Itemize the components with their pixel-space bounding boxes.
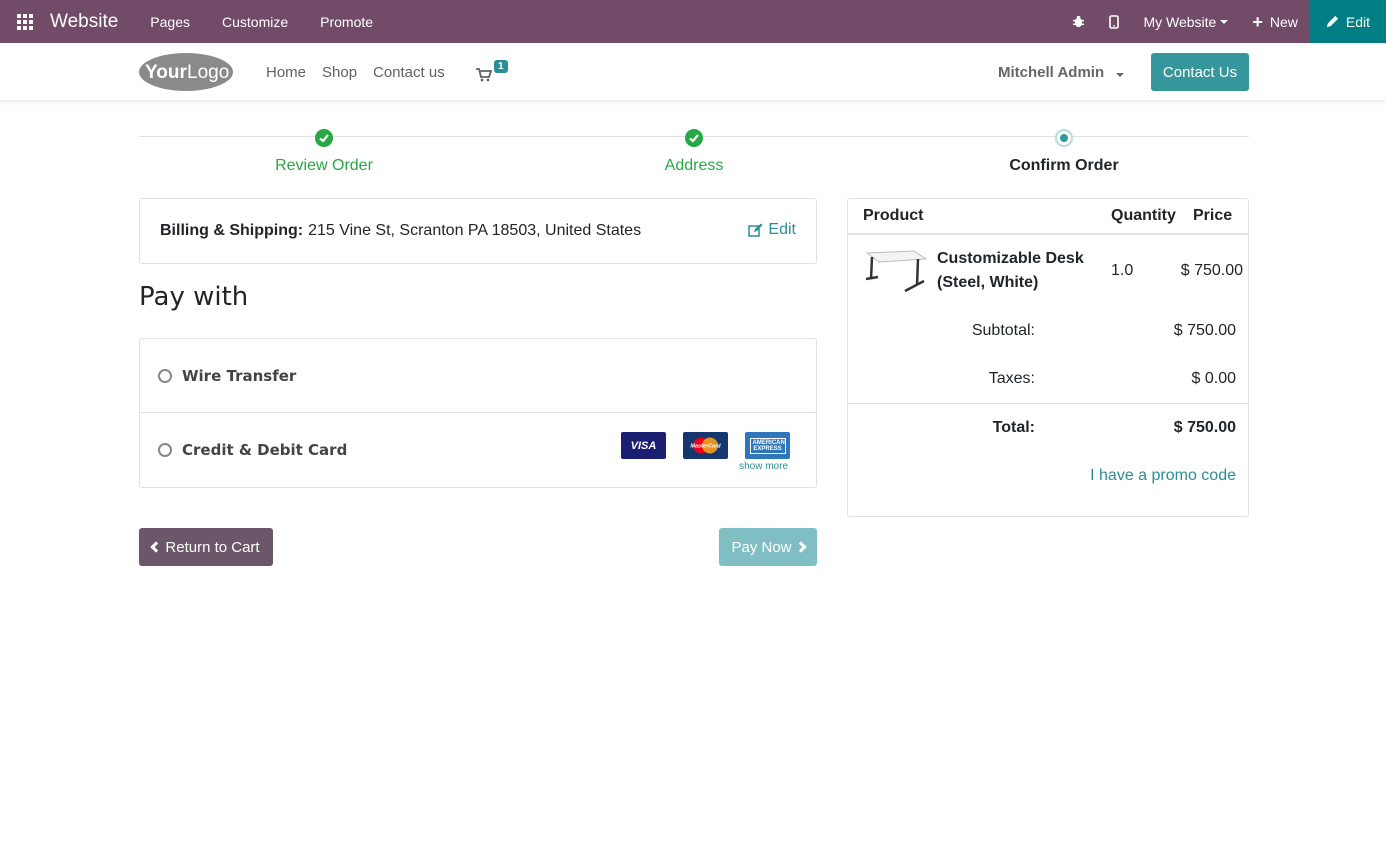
plus-icon: + [1252, 11, 1263, 32]
new-button[interactable]: + New [1240, 0, 1310, 43]
product-price: $ 750.00 [1180, 262, 1243, 279]
card-brand-icons: VISA MasterCard AMERICAN EXPRESS [621, 432, 790, 459]
show-more-link[interactable]: show more [739, 461, 788, 472]
payment-option-card[interactable]: Credit & Debit Card VISA MasterCard AMER… [140, 413, 816, 487]
check-circle-icon [315, 129, 333, 147]
order-summary: Product Quantity Price Customizable Desk… [847, 198, 1249, 517]
card-label: Credit & Debit Card [182, 441, 348, 459]
pencil-icon [1326, 15, 1338, 28]
mastercard-icon: MasterCard [683, 432, 728, 459]
cart-count-badge: 1 [494, 60, 508, 73]
payment-option-wire-transfer[interactable]: Wire Transfer [140, 339, 816, 413]
edit-address-link[interactable]: Edit [748, 221, 796, 239]
total-label: Total: [992, 419, 1035, 436]
col-price: Price [1193, 207, 1233, 224]
check-circle-icon [685, 129, 703, 147]
chevron-down-icon [1116, 73, 1125, 77]
app-title: Website [50, 10, 119, 32]
mobile-preview-icon[interactable] [1097, 0, 1131, 43]
apps-grid-icon[interactable] [0, 0, 50, 43]
menu-promote[interactable]: Promote [304, 14, 389, 30]
billing-shipping-card: Billing & Shipping: 215 Vine St, Scranto… [139, 198, 817, 264]
step-confirm-order: Confirm Order [1009, 157, 1119, 174]
amex-label: AMERICAN EXPRESS [749, 437, 786, 454]
svg-text:MasterCard: MasterCard [690, 444, 721, 450]
cart-link[interactable]: 1 [476, 57, 516, 87]
website-selector[interactable]: My Website [1131, 0, 1240, 43]
taxes-label: Taxes: [988, 370, 1035, 387]
promo-code-link[interactable]: I have a promo code [1090, 467, 1236, 485]
edit-square-icon [748, 223, 763, 237]
shopping-cart-icon [476, 68, 492, 82]
nav-contact-us[interactable]: Contact us [373, 64, 445, 81]
return-to-cart-label: Return to Cart [165, 538, 260, 556]
col-product: Product [863, 207, 924, 224]
edit-button-label: Edit [1345, 13, 1370, 30]
admin-topbar: Website Pages Customize Promote My Websi… [0, 0, 1386, 43]
contact-us-button[interactable]: Contact Us [1151, 53, 1249, 91]
pay-now-label: Pay Now [731, 538, 792, 556]
debug-bug-icon[interactable] [1060, 0, 1097, 43]
menu-customize[interactable]: Customize [206, 14, 304, 30]
billing-shipping-label: Billing & Shipping: [160, 222, 304, 239]
nav-shop[interactable]: Shop [322, 64, 357, 81]
col-quantity: Quantity [1111, 207, 1176, 224]
billing-shipping-address: 215 Vine St, Scranton PA 18503, United S… [308, 222, 642, 239]
user-menu[interactable]: Mitchell Admin [998, 64, 1125, 81]
wire-transfer-radio[interactable] [158, 368, 172, 383]
nav-home[interactable]: Home [266, 64, 306, 81]
svg-text:Your: Your [145, 62, 187, 83]
website-selector-label: My Website [1143, 13, 1217, 30]
wire-transfer-label: Wire Transfer [182, 366, 297, 385]
total-value: $ 750.00 [1173, 419, 1236, 436]
step-review-order[interactable]: Review Order [224, 157, 424, 175]
amex-icon: AMERICAN EXPRESS [745, 432, 790, 459]
user-name: Mitchell Admin [998, 64, 1105, 81]
card-radio[interactable] [158, 443, 172, 457]
summary-divider [848, 403, 1248, 404]
subtotal-label: Subtotal: [971, 322, 1035, 339]
summary-table-header: Product Quantity Price [848, 199, 1248, 235]
menu-pages[interactable]: Pages [134, 14, 206, 30]
pay-now-button[interactable]: Pay Now [719, 528, 817, 566]
step-address[interactable]: Address [594, 157, 794, 175]
product-name: Customizable Desk (Steel, White) [937, 250, 1084, 291]
new-button-label: New [1269, 13, 1298, 30]
product-quantity: 1.0 [1111, 262, 1134, 279]
svg-text:Logo: Logo [187, 62, 229, 83]
taxes-value: $ 0.00 [1191, 370, 1236, 387]
current-step-icon [1055, 129, 1073, 147]
return-to-cart-button[interactable]: Return to Cart [139, 528, 273, 566]
site-logo[interactable]: Your Logo [139, 52, 234, 92]
pay-with-heading: Pay with [139, 282, 249, 312]
edit-button[interactable]: Edit [1309, 0, 1386, 43]
visa-icon: VISA [621, 432, 666, 459]
payment-options: Wire Transfer Credit & Debit Card VISA M… [139, 338, 817, 488]
chevron-down-icon [1220, 19, 1229, 24]
subtotal-value: $ 750.00 [1173, 322, 1236, 339]
site-header: Your Logo Home Shop Contact us 1 Mitchel… [0, 43, 1386, 101]
product-image [864, 249, 928, 295]
edit-address-label: Edit [768, 221, 796, 238]
chevron-right-icon [794, 541, 807, 553]
chevron-left-icon [150, 541, 163, 553]
